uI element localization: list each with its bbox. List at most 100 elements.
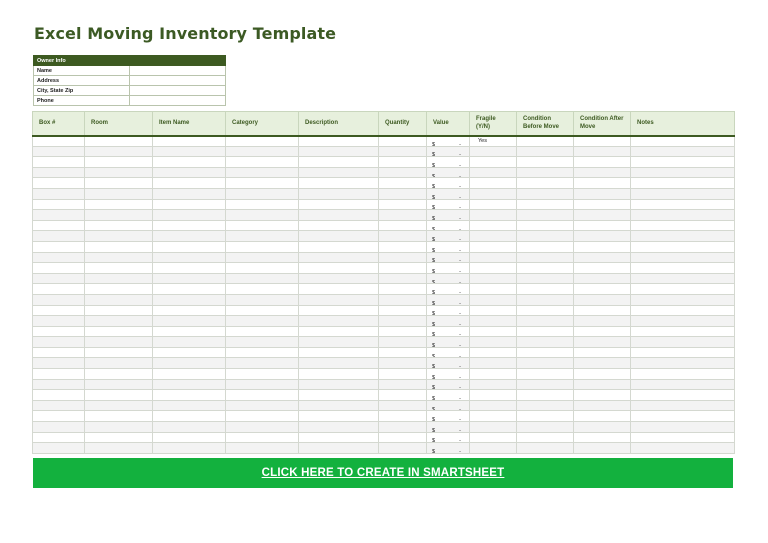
cell-description[interactable] <box>298 209 379 221</box>
cell-condition-before[interactable] <box>516 219 574 232</box>
cell-value[interactable]: $ - <box>426 399 470 412</box>
cell-quantity[interactable] <box>378 410 427 423</box>
cell-fragile[interactable] <box>469 230 517 242</box>
cell-category[interactable] <box>225 240 299 253</box>
cell-notes[interactable] <box>630 442 735 454</box>
owner-field-value[interactable] <box>129 85 226 96</box>
cell-item-name[interactable] <box>152 336 226 348</box>
cell-category[interactable] <box>225 135 299 147</box>
cell-room[interactable] <box>84 145 153 158</box>
cell-condition-after[interactable] <box>573 166 631 179</box>
cell-box[interactable] <box>32 410 85 423</box>
cell-description[interactable] <box>298 187 379 200</box>
cell-notes[interactable] <box>630 145 735 158</box>
cell-value[interactable]: $ - <box>426 283 470 295</box>
cell-fragile[interactable] <box>469 251 517 264</box>
cell-notes[interactable] <box>630 421 735 433</box>
cell-notes[interactable] <box>630 315 735 327</box>
cell-notes[interactable] <box>630 230 735 242</box>
cell-description[interactable] <box>298 262 379 274</box>
cell-room[interactable] <box>84 357 153 370</box>
cell-value[interactable]: $ - <box>426 251 470 264</box>
cell-room[interactable] <box>84 346 153 359</box>
cell-box[interactable] <box>32 421 85 433</box>
cell-notes[interactable] <box>630 209 735 221</box>
cell-fragile[interactable] <box>469 357 517 370</box>
cell-notes[interactable] <box>630 198 735 211</box>
cell-condition-after[interactable] <box>573 368 631 380</box>
cell-item-name[interactable] <box>152 272 226 285</box>
cell-category[interactable] <box>225 346 299 359</box>
cell-fragile[interactable] <box>469 315 517 327</box>
cell-room[interactable] <box>84 325 153 338</box>
cell-notes[interactable] <box>630 156 735 168</box>
cell-condition-after[interactable] <box>573 251 631 264</box>
cell-category[interactable] <box>225 230 299 242</box>
cell-fragile[interactable] <box>469 177 517 189</box>
cell-condition-after[interactable] <box>573 399 631 412</box>
cell-quantity[interactable] <box>378 378 427 391</box>
cell-condition-after[interactable] <box>573 156 631 168</box>
cell-quantity[interactable] <box>378 304 427 317</box>
cell-description[interactable] <box>298 219 379 232</box>
cell-box[interactable] <box>32 293 85 306</box>
cell-category[interactable] <box>225 357 299 370</box>
cell-quantity[interactable] <box>378 251 427 264</box>
cell-quantity[interactable] <box>378 389 427 401</box>
cell-box[interactable] <box>32 219 85 232</box>
cell-quantity[interactable] <box>378 156 427 168</box>
cell-quantity[interactable] <box>378 431 427 444</box>
cell-condition-before[interactable] <box>516 135 574 147</box>
cell-description[interactable] <box>298 293 379 306</box>
cell-description[interactable] <box>298 399 379 412</box>
cell-notes[interactable] <box>630 135 735 147</box>
cell-value[interactable]: $ - <box>426 230 470 242</box>
cell-category[interactable] <box>225 145 299 158</box>
cell-value[interactable]: $ - <box>426 431 470 444</box>
cell-notes[interactable] <box>630 166 735 179</box>
cell-description[interactable] <box>298 166 379 179</box>
cell-condition-after[interactable] <box>573 325 631 338</box>
cell-value[interactable]: $ - <box>426 262 470 274</box>
cell-quantity[interactable] <box>378 272 427 285</box>
cell-value[interactable]: $ - <box>426 293 470 306</box>
cell-condition-before[interactable] <box>516 378 574 391</box>
cell-room[interactable] <box>84 336 153 348</box>
cell-condition-before[interactable] <box>516 166 574 179</box>
cell-condition-before[interactable] <box>516 410 574 423</box>
cell-condition-before[interactable] <box>516 283 574 295</box>
cell-condition-before[interactable] <box>516 389 574 401</box>
cell-box[interactable] <box>32 304 85 317</box>
cell-condition-before[interactable] <box>516 209 574 221</box>
cell-description[interactable] <box>298 421 379 433</box>
cell-value[interactable]: $ - <box>426 368 470 380</box>
cell-condition-after[interactable] <box>573 187 631 200</box>
cell-description[interactable] <box>298 315 379 327</box>
cell-condition-before[interactable] <box>516 315 574 327</box>
cell-category[interactable] <box>225 219 299 232</box>
cell-notes[interactable] <box>630 357 735 370</box>
cell-fragile[interactable] <box>469 240 517 253</box>
cell-condition-after[interactable] <box>573 357 631 370</box>
cell-fragile[interactable] <box>469 410 517 423</box>
cell-fragile[interactable] <box>469 421 517 433</box>
cell-item-name[interactable] <box>152 368 226 380</box>
cell-fragile[interactable] <box>469 346 517 359</box>
cell-description[interactable] <box>298 336 379 348</box>
cell-box[interactable] <box>32 230 85 242</box>
cell-box[interactable] <box>32 336 85 348</box>
cell-category[interactable] <box>225 378 299 391</box>
cell-condition-after[interactable] <box>573 177 631 189</box>
cell-description[interactable] <box>298 357 379 370</box>
cell-box[interactable] <box>32 262 85 274</box>
cell-description[interactable] <box>298 283 379 295</box>
cell-item-name[interactable] <box>152 325 226 338</box>
cell-condition-before[interactable] <box>516 293 574 306</box>
cell-room[interactable] <box>84 304 153 317</box>
cell-quantity[interactable] <box>378 230 427 242</box>
cell-notes[interactable] <box>630 272 735 285</box>
cell-notes[interactable] <box>630 283 735 295</box>
cell-item-name[interactable] <box>152 219 226 232</box>
cell-quantity[interactable] <box>378 283 427 295</box>
cell-fragile[interactable] <box>469 166 517 179</box>
